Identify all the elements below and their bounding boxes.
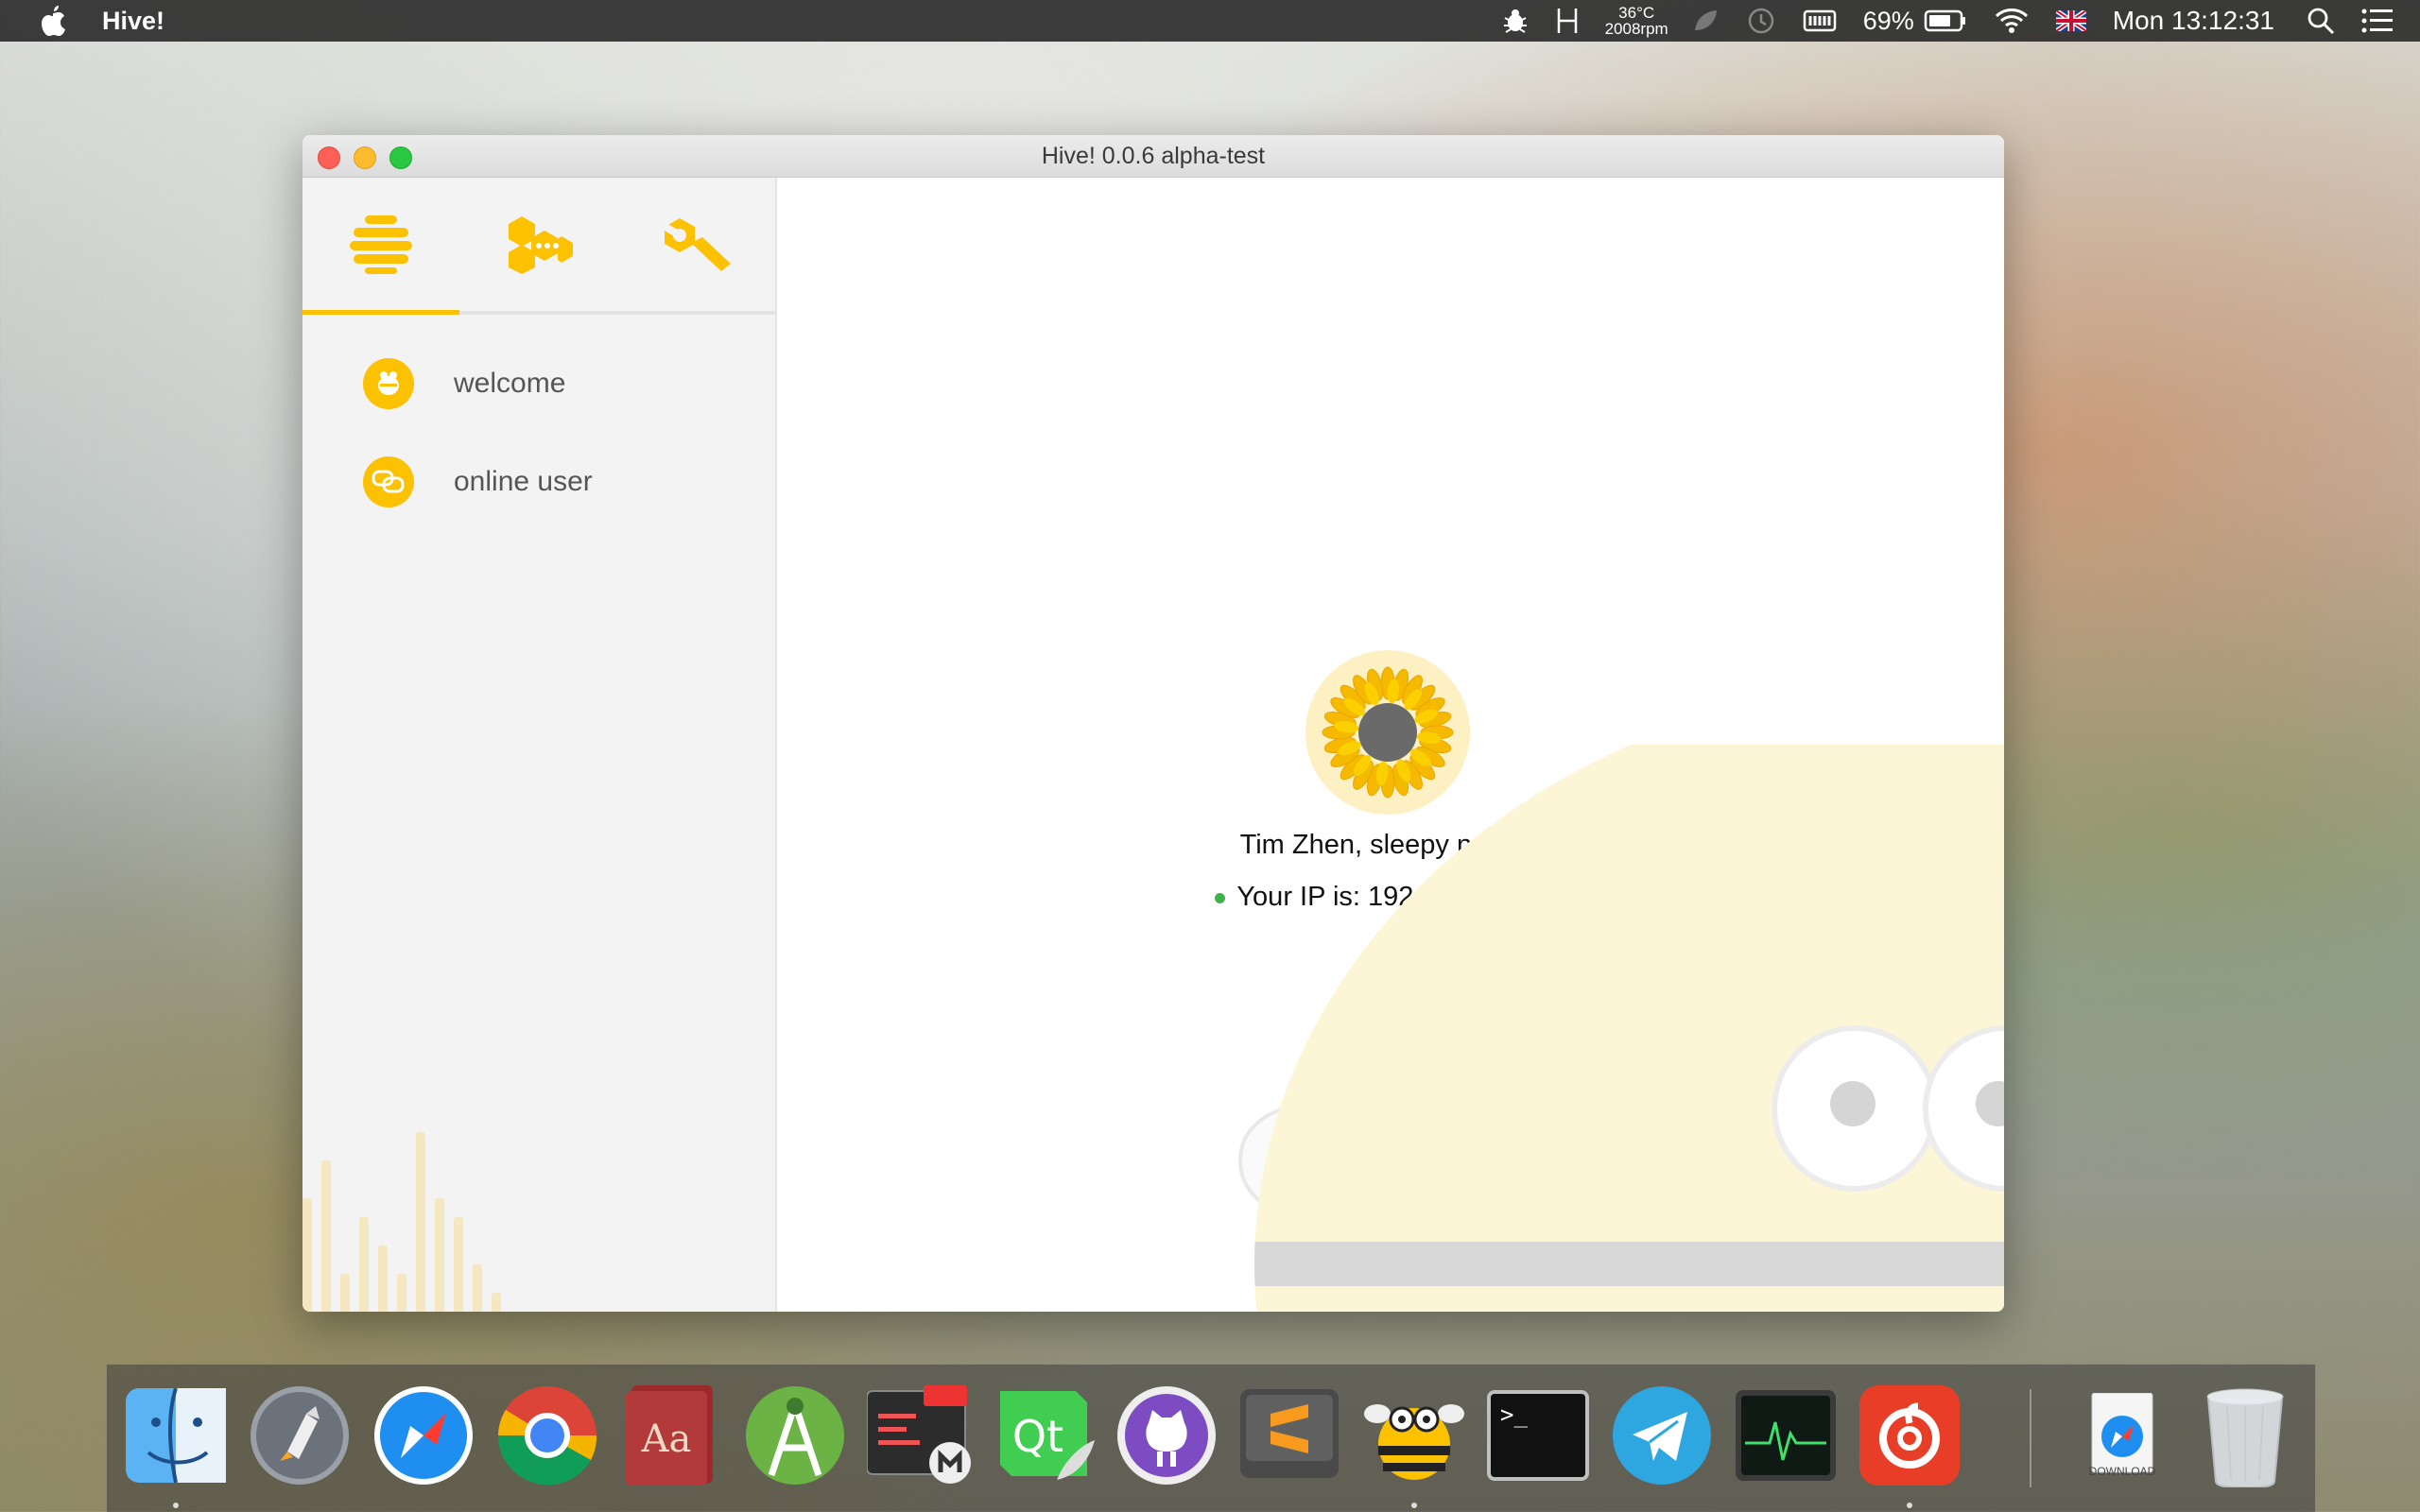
notification-center-icon[interactable] [2361,8,2394,34]
tab-home[interactable] [302,178,459,315]
bug-icon[interactable] [1501,7,1530,35]
dictionary-icon[interactable]: Aa [619,1383,723,1487]
close-window-button[interactable] [318,146,340,169]
spotlight-search-icon[interactable] [2307,7,2335,35]
main-content: Tim Zhen, sleepy noon~ Your IP is: 192.1… [777,178,2004,1312]
active-app-name[interactable]: Hive! [102,7,164,36]
sidebar-item-label: welcome [454,368,566,399]
sidebar-tabs [302,178,775,315]
dock: Aa Qt >_ DOWNLOAD [106,1364,2316,1512]
battery-percentage[interactable]: 69% [1863,7,1914,36]
menu-bar: Hive! 36°C 2008rpm 69% Mon 13:12:31 [0,0,2420,42]
sidebar-item-welcome[interactable]: welcome [363,346,760,421]
hive-window: Hive! 0.0.6 alpha-test welcome online us… [302,135,2004,1312]
telegram-icon[interactable] [1610,1383,1714,1487]
leaf-icon[interactable] [1691,8,1720,34]
sublime-text-icon[interactable] [1238,1383,1342,1487]
trash-icon[interactable] [2193,1383,2297,1487]
netease-music-icon[interactable] [1858,1383,1962,1508]
safari-icon[interactable] [372,1383,475,1487]
time-machine-icon[interactable] [1746,6,1776,36]
svg-text:Aa: Aa [641,1418,692,1461]
hive-bee-icon[interactable] [1362,1383,1466,1508]
terminal-icon[interactable]: >_ [1486,1383,1590,1487]
running-indicator [1411,1503,1417,1508]
tab-settings[interactable] [616,178,773,311]
cpu-temperature: 36°C [1618,4,1655,22]
qt-creator-icon[interactable]: Qt [991,1383,1095,1487]
wifi-icon[interactable] [1994,7,2030,35]
launchpad-icon[interactable] [248,1383,352,1487]
title-bar[interactable]: Hive! 0.0.6 alpha-test [302,135,2004,178]
svg-text:>_: >_ [1500,1401,1528,1428]
wrench-settings-icon [659,217,731,271]
tab-chats[interactable] [459,178,616,311]
svg-text:Qt: Qt [1012,1411,1063,1462]
running-indicator [173,1503,179,1508]
minimize-window-button[interactable] [354,146,376,169]
active-tab-indicator [302,310,459,315]
sidebar-item-label: online user [454,466,593,497]
fan-speed: 2008rpm [1604,20,1668,38]
system-monitor-readout[interactable]: 36°C 2008rpm [1605,5,1668,37]
bee-mascot-illustration [1237,745,2004,1312]
activity-monitor-icon[interactable] [1734,1383,1838,1487]
sidebar-item-online-user[interactable]: online user [363,444,760,520]
running-indicator [1907,1503,1912,1508]
bee-welcome-icon [363,358,414,409]
equalizer-decoration [302,1123,548,1312]
downloads-folder-icon[interactable]: DOWNLOAD [2070,1383,2174,1487]
menu-clock[interactable]: Mon 13:12:31 [2113,6,2274,36]
finder-icon[interactable] [124,1383,228,1508]
chat-bubbles-icon [363,456,414,507]
liteide-icon[interactable] [867,1383,971,1487]
downloads-label: DOWNLOAD [2088,1465,2156,1478]
chrome-icon[interactable] [495,1383,599,1487]
input-source-flag-icon[interactable] [2055,10,2086,31]
sidebar: welcome online user [302,178,777,1312]
android-studio-icon[interactable] [743,1383,847,1487]
hyperdock-icon[interactable] [1556,7,1579,35]
battery-icon[interactable] [1924,9,1967,32]
window-title: Hive! 0.0.6 alpha-test [1041,143,1266,169]
hive-home-icon [350,215,412,274]
github-desktop-icon[interactable] [1115,1383,1219,1487]
zoom-window-button[interactable] [389,146,412,169]
dock-separator [2030,1389,2031,1487]
honeycomb-chat-icon [509,215,573,274]
apple-menu-icon[interactable] [38,5,68,37]
memory-monitor-icon[interactable] [1803,9,1837,33]
